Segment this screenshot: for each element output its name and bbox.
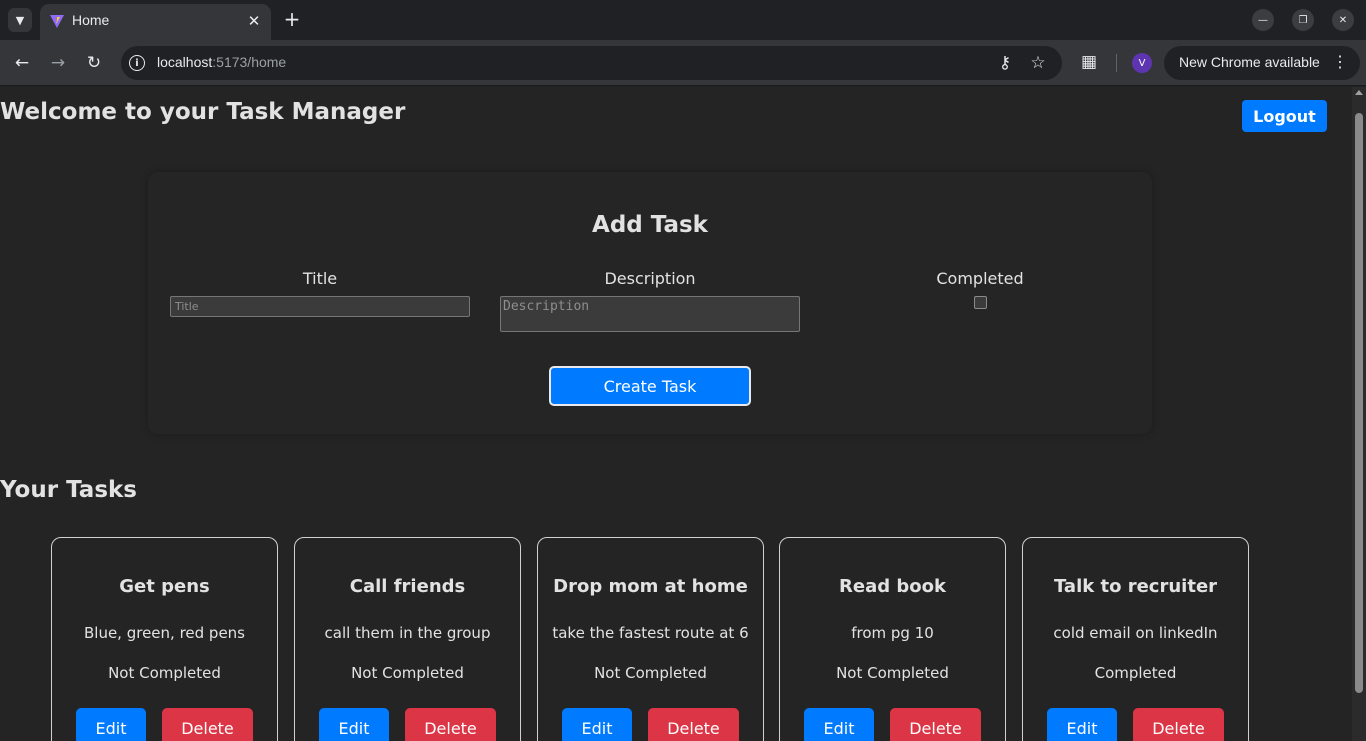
edit-task-button[interactable]: Edit xyxy=(804,708,874,741)
task-status: Completed xyxy=(1094,664,1177,682)
task-description: call them in the group xyxy=(324,624,491,642)
edit-task-button[interactable]: Edit xyxy=(319,708,389,741)
tab-title: Home xyxy=(72,12,110,28)
extensions-button[interactable]: ▦ xyxy=(1078,51,1100,73)
add-task-heading: Add Task xyxy=(592,212,708,238)
more-vert-icon: ⋮ xyxy=(1332,54,1348,71)
task-description: cold email on linkedIn xyxy=(1053,624,1218,642)
delete-task-button[interactable]: Delete xyxy=(162,708,253,741)
forward-button[interactable]: → xyxy=(46,51,70,75)
address-bar[interactable]: i localhost:5173/home ⚷ ☆ xyxy=(121,46,1062,80)
task-status: Not Completed xyxy=(594,664,707,682)
logout-button[interactable]: Logout xyxy=(1242,100,1327,132)
puzzle-icon: ▦ xyxy=(1080,52,1098,72)
profile-avatar[interactable]: V xyxy=(1132,53,1152,73)
scroll-up-arrow-icon[interactable] xyxy=(1355,90,1363,95)
title-label: Title xyxy=(302,269,338,288)
task-status: Not Completed xyxy=(836,664,949,682)
chevron-down-icon: ▼ xyxy=(15,13,25,27)
task-description: from pg 10 xyxy=(851,624,934,642)
create-task-button[interactable]: Create Task xyxy=(549,366,751,406)
restore-icon: ❐ xyxy=(1298,14,1308,26)
url-host: localhost xyxy=(157,54,213,70)
update-chrome-button[interactable]: New Chrome available ⋮ xyxy=(1164,46,1360,80)
completed-label: Completed xyxy=(936,269,1024,288)
task-title: Get pens xyxy=(119,576,210,597)
completed-checkbox[interactable] xyxy=(974,296,987,309)
delete-task-button[interactable]: Delete xyxy=(405,708,496,741)
minimize-button[interactable]: — xyxy=(1252,9,1274,31)
tab-strip: ▼ Home ✕ + — ❐ ✕ xyxy=(0,0,1366,40)
task-card: Read book from pg 10 Not Completed Edit … xyxy=(779,537,1006,741)
page-viewport: Welcome to your Task Manager Logout Add … xyxy=(0,87,1352,741)
task-status: Not Completed xyxy=(108,664,221,682)
url-text: localhost:5173/home xyxy=(157,54,286,70)
task-title: Read book xyxy=(839,576,946,597)
tasks-heading: Your Tasks xyxy=(0,477,137,503)
title-input[interactable] xyxy=(170,296,470,317)
update-label: New Chrome available xyxy=(1179,54,1320,70)
toolbar-separator xyxy=(1116,54,1117,72)
edit-task-button[interactable]: Edit xyxy=(76,708,146,741)
description-input[interactable] xyxy=(500,296,800,332)
browser-toolbar: ← → ↻ i localhost:5173/home ⚷ ☆ ▦ V New … xyxy=(0,40,1366,86)
task-card: Get pens Blue, green, red pens Not Compl… xyxy=(51,537,278,741)
arrow-right-icon: → xyxy=(50,53,66,73)
delete-task-button[interactable]: Delete xyxy=(648,708,739,741)
task-card: Drop mom at home take the fastest route … xyxy=(537,537,764,741)
task-card: Call friends call them in the group Not … xyxy=(294,537,521,741)
vite-favicon-icon xyxy=(50,15,64,28)
page-title: Welcome to your Task Manager xyxy=(0,99,406,125)
task-description: Blue, green, red pens xyxy=(83,624,245,642)
task-description: take the fastest route at 6 xyxy=(552,624,749,642)
task-status: Not Completed xyxy=(351,664,464,682)
url-path: :5173/home xyxy=(212,54,287,70)
delete-task-button[interactable]: Delete xyxy=(1133,708,1224,741)
arrow-left-icon: ← xyxy=(14,53,30,73)
scroll-thumb[interactable] xyxy=(1355,113,1363,693)
close-icon: ✕ xyxy=(247,12,261,30)
key-icon[interactable]: ⚷ xyxy=(995,53,1015,73)
close-window-button[interactable]: ✕ xyxy=(1332,9,1354,31)
task-title: Call friends xyxy=(349,576,466,597)
reload-button[interactable]: ↻ xyxy=(82,51,106,75)
tab-home[interactable]: Home ✕ xyxy=(40,4,271,40)
page-scrollbar[interactable] xyxy=(1352,87,1366,741)
task-card: Talk to recruiter cold email on linkedIn… xyxy=(1022,537,1249,741)
back-button[interactable]: ← xyxy=(10,51,34,75)
description-label: Description xyxy=(604,269,696,288)
edit-task-button[interactable]: Edit xyxy=(1047,708,1117,741)
task-title: Talk to recruiter xyxy=(1053,576,1218,597)
plus-icon: + xyxy=(283,7,301,31)
delete-task-button[interactable]: Delete xyxy=(890,708,981,741)
maximize-button[interactable]: ❐ xyxy=(1292,9,1314,31)
close-tab-button[interactable]: ✕ xyxy=(245,12,263,30)
task-title: Drop mom at home xyxy=(553,576,748,597)
tab-search-button[interactable]: ▼ xyxy=(8,8,32,32)
edit-task-button[interactable]: Edit xyxy=(562,708,632,741)
info-icon[interactable]: i xyxy=(129,55,145,71)
close-icon: ✕ xyxy=(1338,14,1348,26)
new-tab-button[interactable]: + xyxy=(281,7,303,31)
minimize-icon: — xyxy=(1258,14,1268,26)
star-icon[interactable]: ☆ xyxy=(1028,53,1048,73)
reload-icon: ↻ xyxy=(86,53,102,73)
